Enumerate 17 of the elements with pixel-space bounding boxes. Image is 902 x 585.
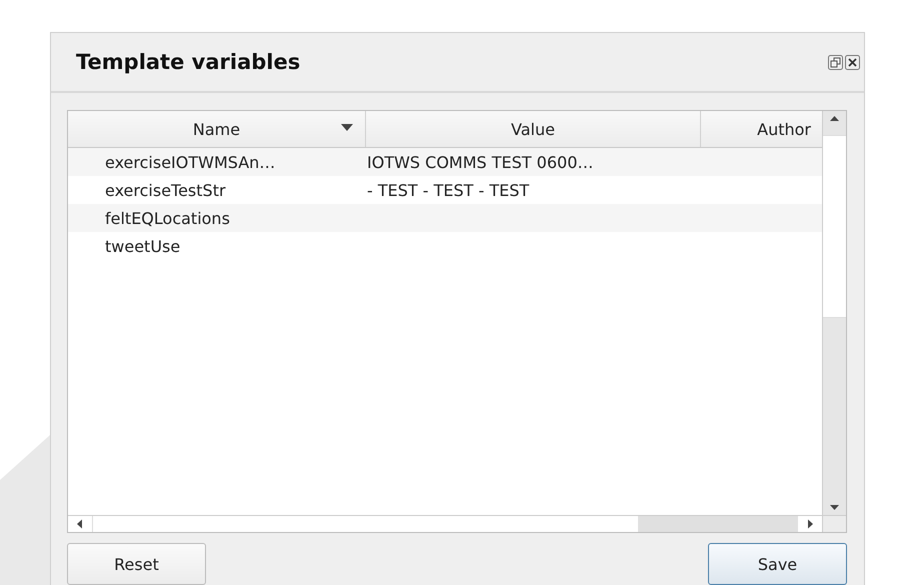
- reset-button[interactable]: Reset: [67, 543, 206, 585]
- name-cell-text: feltEQLocations: [104, 208, 231, 228]
- close-icon[interactable]: [845, 54, 860, 70]
- column-header[interactable]: Name: [68, 111, 366, 147]
- scrollbar-corner: [822, 515, 846, 532]
- horizontal-scrollbar[interactable]: [68, 515, 822, 532]
- vertical-scrollbar[interactable]: [822, 111, 846, 515]
- name-cell-text: exerciseTestStr: [104, 180, 227, 200]
- column-header[interactable]: Author: [701, 111, 811, 147]
- value-cell: IOTWS COMMS TEST 0600…: [366, 152, 594, 172]
- value-cell: - TEST - TEST - TEST: [366, 180, 530, 200]
- save-button[interactable]: Save: [708, 543, 847, 585]
- name-cell-text: tweetUse: [104, 236, 182, 256]
- float-icon[interactable]: [828, 54, 843, 70]
- panel-title: Template variables: [76, 50, 300, 74]
- column-header[interactable]: Value: [366, 111, 701, 147]
- name-cell-text: exerciseIOTWMSAn…: [104, 152, 276, 172]
